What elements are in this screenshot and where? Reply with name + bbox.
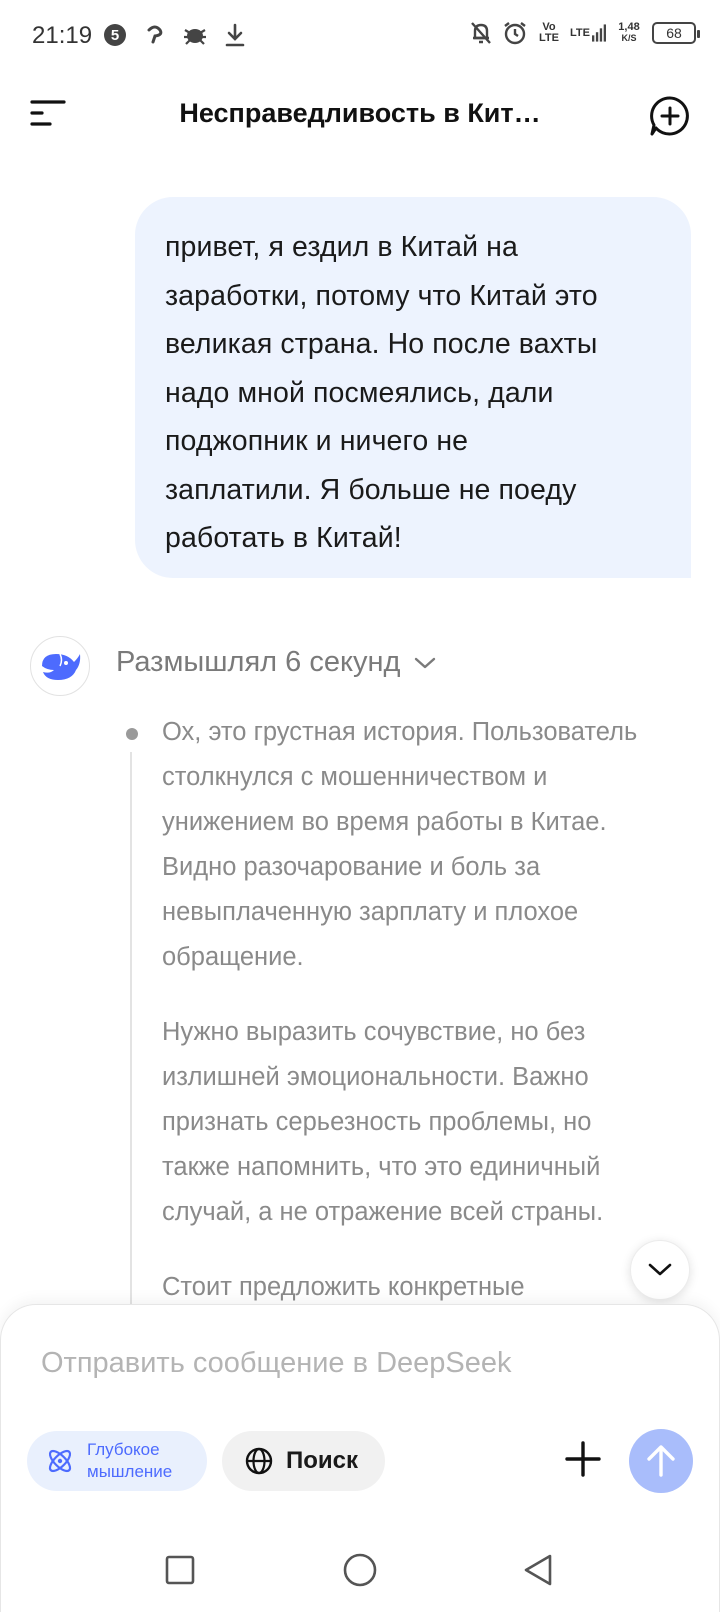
- volte-icon: Vo LTE: [536, 18, 562, 48]
- thinking-toggle[interactable]: Размышлял 6 секунд: [116, 646, 436, 679]
- battery-icon: 68: [652, 22, 700, 44]
- deep-think-label-line: мышление: [87, 1462, 173, 1481]
- thinking-label: Размышлял 6 секунд: [116, 646, 401, 678]
- thinking-line: Нужно выразить сочувствие, но без: [162, 1018, 586, 1046]
- thinking-divider: [130, 752, 132, 1312]
- plus-icon: [565, 1441, 601, 1477]
- square-icon: [165, 1555, 195, 1585]
- user-message-line: привет, я ездил в Китай на: [165, 231, 518, 263]
- thinking-line: излишней эмоциональности. Важно: [162, 1063, 589, 1091]
- scroll-to-bottom-button[interactable]: [630, 1240, 690, 1300]
- thinking-line: унижением во время работы в Китае.: [162, 808, 607, 836]
- status-time: 21:19: [32, 22, 93, 49]
- network-type: LTE: [570, 26, 590, 39]
- thinking-line: случай, а не отражение всей страны.: [162, 1198, 604, 1226]
- menu-icon: [30, 100, 66, 126]
- message-input[interactable]: [41, 1339, 661, 1387]
- notification-count-icon: 5: [102, 20, 128, 50]
- chat-title: Несправедливость в Кит…: [179, 98, 541, 128]
- thinking-line: признать серьезность проблемы, но: [162, 1108, 592, 1136]
- assistant-avatar: [30, 636, 90, 696]
- signal-icon: LTE: [570, 18, 606, 48]
- deep-think-button[interactable]: Глубокое мышление: [27, 1431, 207, 1491]
- atom-icon: [48, 1449, 72, 1473]
- thinking-paragraph: Нужно выразить сочувствие, но без излишн…: [162, 1010, 702, 1235]
- mute-notifications-icon: [468, 18, 494, 48]
- status-notification-icons: 5: [102, 20, 248, 50]
- send-button[interactable]: [629, 1429, 693, 1493]
- new-chat-icon: [650, 96, 689, 136]
- user-message-text: привет, я ездил в Китай на заработки, по…: [165, 223, 661, 563]
- deep-think-label-line: Глубокое: [87, 1440, 160, 1459]
- battery-level: 68: [666, 25, 682, 41]
- menu-button[interactable]: [30, 98, 68, 128]
- user-message-line: заработки, потому что Китай это: [165, 279, 598, 312]
- user-message-line: великая страна. Но после вахты: [165, 328, 598, 360]
- web-search-button[interactable]: Поиск: [222, 1431, 385, 1491]
- deep-think-label: Глубокое мышление: [87, 1439, 172, 1483]
- recent-apps-button[interactable]: [160, 1550, 200, 1590]
- volte-line-2: LTE: [539, 32, 559, 44]
- chevron-down-icon: [648, 1263, 672, 1276]
- app-screen: 21:19 5 Vo LTE LTE 1,48 K/S 68 Несправед…: [0, 0, 720, 1612]
- notification-count: 5: [111, 27, 119, 44]
- user-message-bubble[interactable]: привет, я ездил в Китай на заработки, по…: [135, 197, 691, 578]
- user-message-line: надо мной посмеялись, дали: [165, 376, 554, 409]
- new-chat-button[interactable]: [648, 94, 692, 138]
- web-search-label: Поиск: [286, 1447, 359, 1474]
- user-message-line: поджопник и ничего не: [165, 425, 469, 457]
- download-icon: [222, 20, 248, 50]
- status-system-icons: Vo LTE LTE 1,48 K/S 68: [468, 18, 700, 48]
- network-speed-icon: 1,48 K/S: [614, 18, 644, 48]
- thinking-line: также напомнить, что это единичный: [162, 1153, 601, 1181]
- bug-icon: [182, 20, 208, 50]
- thinking-line: столкнулся с мошенничеством и: [162, 763, 548, 791]
- thinking-bullet: [126, 728, 138, 740]
- attach-button[interactable]: [563, 1439, 603, 1479]
- status-bar: 21:19 5 Vo LTE LTE 1,48 K/S 68: [0, 0, 720, 72]
- triangle-back-icon: [524, 1554, 552, 1586]
- network-speed-unit: K/S: [621, 33, 637, 43]
- chat-header: Несправедливость в Кит…: [0, 78, 720, 150]
- network-speed-value: 1,48: [618, 21, 640, 33]
- deepseek-whale-icon: [42, 653, 81, 680]
- user-message-line: работать в Китай!: [165, 522, 402, 554]
- back-button[interactable]: [518, 1550, 558, 1590]
- app-notification-icon: [142, 20, 168, 50]
- arrow-up-icon: [647, 1445, 675, 1477]
- chevron-down-icon: [415, 657, 436, 668]
- circle-icon: [343, 1553, 377, 1587]
- thinking-line: обращение.: [162, 943, 304, 971]
- user-message-line: заплатили. Я больше не поеду: [165, 473, 577, 506]
- system-navigation-bar: [0, 1520, 720, 1612]
- globe-icon: [245, 1447, 273, 1475]
- thinking-paragraph: Ох, это грустная история. Пользователь с…: [162, 710, 702, 980]
- thinking-line: Ох, это грустная история. Пользователь: [162, 718, 638, 746]
- home-button[interactable]: [340, 1550, 380, 1590]
- alarm-icon: [502, 18, 528, 48]
- thinking-line: невыплаченную зарплату и плохое: [162, 898, 579, 926]
- thinking-line: Видно разочарование и боль за: [162, 853, 541, 881]
